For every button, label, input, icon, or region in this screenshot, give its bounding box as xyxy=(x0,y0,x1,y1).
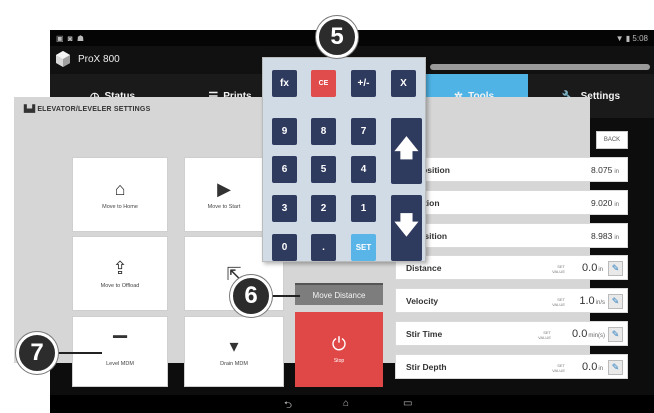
keypad-digit-1[interactable]: 1 xyxy=(351,195,376,222)
screenshot-stage: ▣ ◙ ☗ ▼ ▮ 5:08 ProX 800 ◷ Status ☰ Print… xyxy=(0,0,654,413)
keypad-digit-4[interactable]: 4 xyxy=(351,156,376,183)
keypad-digit-3[interactable]: 3 xyxy=(272,195,297,222)
property-value: 9.020 in xyxy=(591,197,619,208)
property-row-end-position: d Position 8.983 in xyxy=(395,223,628,248)
callout-6: 6 xyxy=(230,275,272,317)
keypad-close-button[interactable]: X xyxy=(391,70,416,97)
property-value: 0.0in xyxy=(582,261,603,274)
set-value-label: SET VALUE xyxy=(538,330,551,340)
edit-pencil-icon[interactable]: ✎ xyxy=(608,327,623,342)
level-icon: ▔ xyxy=(113,335,127,356)
tile-label: Move to Home xyxy=(102,203,138,210)
property-value: 0.0in xyxy=(582,360,603,373)
tile-label: Move to Offload xyxy=(100,282,140,289)
set-value-label: SET VALUE xyxy=(552,297,565,307)
set-value-label: SET VALUE xyxy=(552,363,565,373)
nav-back-icon[interactable]: ⮌ xyxy=(284,398,292,413)
move-distance-button[interactable]: Move Distance xyxy=(295,283,383,305)
keypad-digit-5[interactable]: 5 xyxy=(311,156,336,183)
power-icon: ⏻ xyxy=(331,334,347,354)
property-label: Velocity xyxy=(406,295,439,306)
property-value: 8.075 in xyxy=(591,164,619,175)
property-row-stir-depth: Stir Depth SET VALUE 0.0in ✎ xyxy=(395,354,628,379)
property-label: Distance xyxy=(406,262,442,273)
keypad-sign-button[interactable]: +/- xyxy=(351,70,376,97)
property-value: 1.0in/s xyxy=(579,294,605,307)
increase-arrow-icon[interactable]: 🡅 xyxy=(391,118,422,184)
callout-7: 7 xyxy=(16,332,58,374)
callout-6-leader-line xyxy=(270,295,300,297)
printer-logo-icon xyxy=(56,51,70,67)
android-nav-bar: ⮌ ⌂ ▭ xyxy=(50,395,654,413)
drain-icon: ▾ xyxy=(229,335,239,356)
property-row-start-position: Position 9.020in xyxy=(395,190,628,215)
back-button[interactable]: BACK xyxy=(596,131,628,149)
upload-icon: ⇪ xyxy=(112,257,128,278)
keypad-digit-6[interactable]: 6 xyxy=(272,156,297,183)
keypad-fx-button[interactable]: fx xyxy=(272,70,297,97)
keypad-digit-7[interactable]: 7 xyxy=(351,118,376,145)
keypad-digit-0[interactable]: 0 xyxy=(272,234,297,261)
keypad-digit-2[interactable]: 2 xyxy=(311,195,336,222)
move-to-home-button[interactable]: ⌂ Move to Home xyxy=(72,157,168,232)
keypad-decimal-button[interactable]: . xyxy=(311,234,336,261)
property-row-current-position: nt Position 8.075 in xyxy=(395,157,628,182)
keypad-digit-8[interactable]: 8 xyxy=(311,118,336,145)
keypad-digit-9[interactable]: 9 xyxy=(272,118,297,145)
nav-home-icon[interactable]: ⌂ xyxy=(343,398,349,409)
property-value: 0.0min(s) xyxy=(572,327,605,340)
status-right-info: ▼ ▮ 5:08 xyxy=(615,34,648,43)
callout-7-leader-line xyxy=(54,352,102,354)
tile-label: Move to Start xyxy=(207,203,241,210)
set-value-label: SET VALUE xyxy=(552,264,565,274)
stop-label: Stop xyxy=(333,358,345,364)
app-title: ProX 800 xyxy=(78,54,120,65)
tile-label: Drain MDM xyxy=(220,360,248,367)
property-value: 8.983 in xyxy=(591,230,619,241)
edit-pencil-icon[interactable]: ✎ xyxy=(608,360,623,375)
drain-mdm-button[interactable]: ▾ Drain MDM xyxy=(184,316,284,387)
decrease-arrow-icon[interactable]: 🡇 xyxy=(391,195,422,261)
move-to-offload-button[interactable]: ⇪ Move to Offload xyxy=(72,236,168,311)
nav-recents-icon[interactable]: ▭ xyxy=(403,398,412,409)
status-left-icons: ▣ ◙ ☗ xyxy=(56,34,86,43)
keypad-set-button[interactable]: SET xyxy=(351,234,376,261)
property-row-velocity: Velocity SET VALUE 1.0in/s ✎ xyxy=(395,288,628,313)
panel-title: ▙▟ ELEVATOR/LEVELER SETTINGS xyxy=(24,106,151,113)
play-icon: ▶ xyxy=(217,178,231,199)
numeric-keypad-popup: fx CE +/- X 9 8 7 6 5 4 3 2 1 0 . SET 🡅 … xyxy=(262,57,426,262)
property-row-stir-time: Stir Time SET VALUE 0.0min(s) ✎ xyxy=(395,321,628,346)
property-label: Stir Time xyxy=(406,328,443,339)
tile-label: Level MDM xyxy=(106,360,134,367)
edit-pencil-icon[interactable]: ✎ xyxy=(608,261,623,276)
property-row-distance: Distance SET VALUE 0.0in ✎ xyxy=(395,255,628,280)
home-icon: ⌂ xyxy=(114,178,126,199)
keypad-clear-button[interactable]: CE xyxy=(311,70,336,97)
edit-pencil-icon[interactable]: ✎ xyxy=(608,294,623,309)
property-label: Stir Depth xyxy=(406,361,447,372)
move-to-start-button[interactable]: ▶ Move to Start xyxy=(184,157,264,232)
elevator-icon: ▙▟ xyxy=(24,106,38,113)
stop-button[interactable]: ⏻ Stop xyxy=(295,312,383,387)
app-progress-bar xyxy=(430,64,650,70)
callout-5: 5 xyxy=(316,16,358,58)
